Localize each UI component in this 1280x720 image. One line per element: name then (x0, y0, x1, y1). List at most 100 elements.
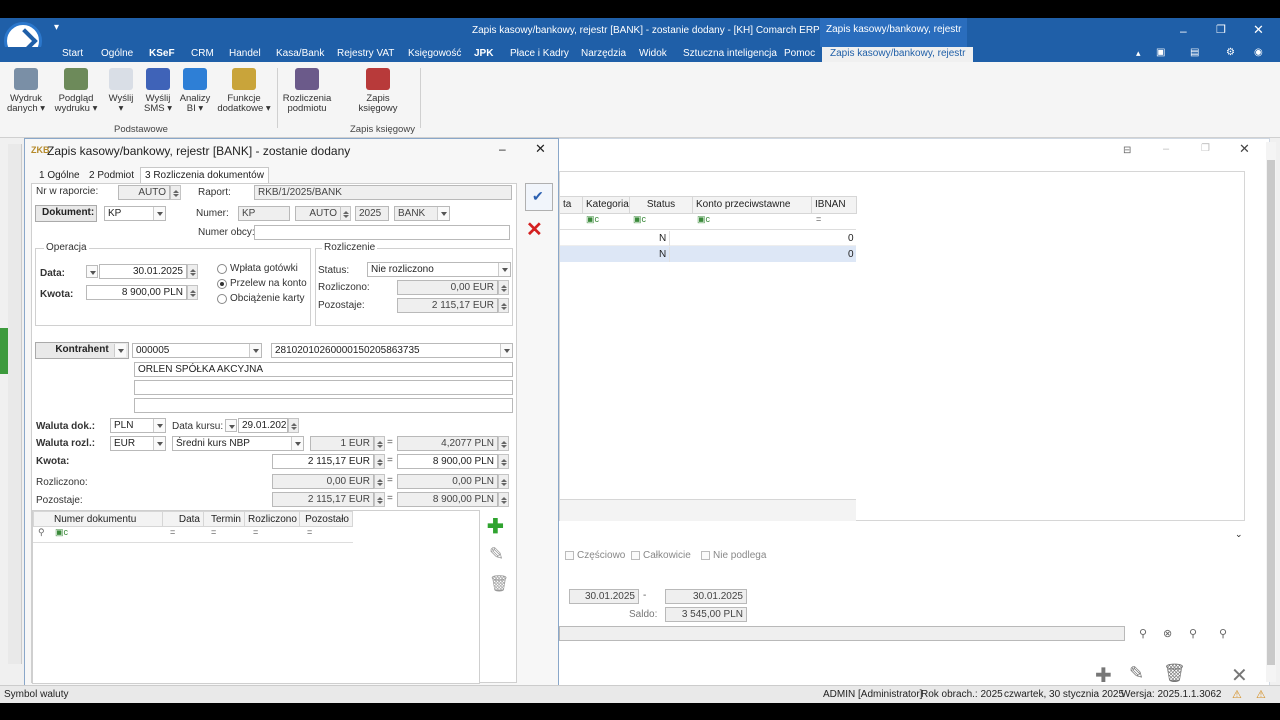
close-icon[interactable]: ✕ (1253, 22, 1264, 38)
dropdown-icon[interactable] (291, 437, 303, 450)
menu-crm[interactable]: CRM (191, 48, 214, 59)
toolbar-icon-2[interactable]: ▤ (1190, 47, 1199, 58)
filter-row[interactable]: ⚲ ▣c = = = = (33, 527, 353, 543)
bg-restore-icon[interactable]: ❐ (1201, 143, 1210, 154)
menu-pomoc[interactable]: Pomoc (784, 48, 815, 59)
bg-minimize-icon[interactable]: – (1163, 143, 1169, 155)
bg-col-header[interactable]: Kategoria (582, 196, 630, 214)
kontrahent-address-1[interactable] (134, 380, 513, 395)
chk-calkowicie[interactable] (631, 551, 640, 560)
menu-narzedzia[interactable]: Narzędzia (581, 48, 626, 59)
filter-advanced-icon[interactable]: ⚲ (1189, 627, 1197, 640)
numer-auto-field[interactable]: AUTO (295, 206, 341, 221)
dropdown-icon[interactable] (153, 207, 165, 220)
spin-icon[interactable] (187, 285, 198, 300)
col-header[interactable]: Data (162, 511, 204, 527)
quick-access-icon[interactable]: ▾ (54, 22, 59, 33)
scrollbar[interactable] (1266, 142, 1276, 682)
kurs-typ-field[interactable]: Średni kurs NBP (172, 436, 304, 451)
data-field[interactable]: 30.01.2025 (99, 264, 187, 279)
dropdown-icon[interactable] (500, 344, 512, 357)
kwota-field[interactable]: 8 900,00 PLN (86, 285, 187, 300)
pin-icon[interactable]: ⊟ (1123, 145, 1131, 156)
bg-col-header[interactable]: IBNAN (811, 196, 857, 214)
funkcje-dodatkowe-button[interactable]: Funkcje dodatkowe ▾ (216, 68, 272, 114)
dialog-minimize-icon[interactable]: – (499, 142, 506, 156)
minimize-icon[interactable]: – (1180, 24, 1187, 38)
radio-wplata[interactable] (217, 264, 227, 274)
col-header[interactable]: Termin (203, 511, 245, 527)
kontrahent-address-2[interactable] (134, 398, 513, 413)
table-row[interactable]: N 0 (560, 230, 856, 246)
edit-icon[interactable]: ✎ (1129, 663, 1144, 684)
context-tab-active[interactable]: Zapis kasowy/bankowy, rejestr (822, 47, 974, 62)
spin-icon[interactable] (374, 454, 385, 469)
alert-icon[interactable]: ⚠ (1256, 688, 1266, 701)
kontrahent-code-field[interactable]: 000005 (132, 343, 262, 358)
restore-icon[interactable]: ❐ (1216, 23, 1226, 36)
tab-rozliczenia[interactable]: 3 Rozliczenia dokumentów (140, 167, 269, 183)
filter-settings-icon[interactable]: ⚲ (1219, 627, 1227, 640)
date-from-field[interactable]: 30.01.2025 (569, 589, 639, 604)
menu-widok[interactable]: Widok (639, 48, 667, 59)
kontrahent-name-field[interactable]: ORLEN SPÓŁKA AKCYJNA (134, 362, 513, 377)
dropdown-icon[interactable] (437, 207, 449, 220)
dropdown-icon[interactable] (249, 344, 261, 357)
help-icon[interactable]: ◉ (1254, 47, 1263, 58)
filter-clear-icon[interactable]: ⊗ (1163, 627, 1172, 640)
spin-icon[interactable] (170, 185, 181, 200)
menu-rejestry-vat[interactable]: Rejestry VAT (337, 48, 394, 59)
menu-jpk[interactable]: JPK (474, 48, 493, 59)
spin-icon[interactable] (288, 418, 299, 433)
rozliczenia-podmiotu-button[interactable]: Rozliczenia podmiotu (282, 68, 332, 114)
wyslij-button[interactable]: Wyślij ▾ (106, 68, 136, 114)
tab-podmiot[interactable]: 2 Podmiot (85, 168, 138, 183)
table-row[interactable]: N 0 (560, 246, 856, 262)
numer-obcy-field[interactable] (254, 225, 510, 240)
menu-place-kadry[interactable]: Płace i Kadry (510, 48, 569, 59)
kwota2-pln-field[interactable]: 8 900,00 PLN (397, 454, 498, 469)
analizy-bi-button[interactable]: Analizy BI ▾ (178, 68, 212, 114)
status-field[interactable]: Nie rozliczono (367, 262, 511, 277)
bg-col-header[interactable]: ta (559, 196, 583, 214)
spin-icon[interactable] (498, 454, 509, 469)
spin-icon[interactable] (340, 206, 351, 221)
dropdown-icon[interactable] (153, 419, 165, 432)
dokument-button[interactable]: Dokument: (35, 205, 97, 222)
spin-icon[interactable] (187, 264, 198, 279)
zapis-ksiegowy-button[interactable]: Zapis księgowy (356, 68, 400, 114)
cancel-icon[interactable]: ✕ (526, 217, 543, 242)
dropdown-icon[interactable] (498, 263, 510, 276)
bg-filter-row[interactable]: ▣c ▣c ▣c = (560, 214, 856, 230)
edit-icon[interactable]: ✎ (489, 544, 504, 565)
delete-icon[interactable]: 🗑 (489, 574, 509, 594)
save-button[interactable]: ✔ (525, 183, 553, 211)
dialog-close-icon[interactable]: ✕ (535, 141, 546, 157)
scrollbar-thumb[interactable] (1267, 160, 1275, 665)
notification-icon[interactable]: ⚠ (1232, 688, 1242, 701)
dropdown-icon[interactable] (86, 265, 98, 278)
menu-ksiegowosc[interactable]: Księgowość (408, 48, 461, 59)
chk-nie-podlega[interactable] (701, 551, 710, 560)
radio-obciazenie[interactable] (217, 294, 227, 304)
bottom-filter-field[interactable] (559, 626, 1125, 641)
radio-przelew[interactable] (217, 279, 227, 289)
col-header[interactable]: Numer dokumentu (33, 511, 163, 527)
add-icon[interactable]: ✚ (487, 514, 504, 539)
menu-ai[interactable]: Sztuczna inteligencja (683, 48, 777, 59)
menu-kasa-bank[interactable]: Kasa/Bank (276, 48, 324, 59)
menu-start[interactable]: Start (62, 48, 83, 59)
date-to-field[interactable]: 30.01.2025 (665, 589, 747, 604)
dropdown-icon[interactable] (153, 437, 165, 450)
collapse-ribbon-icon[interactable]: ▴ (1136, 48, 1141, 59)
konto-field[interactable]: 28102010260000150205863735 (271, 343, 513, 358)
wydruk-danych-button[interactable]: Wydruk danych ▾ (6, 68, 46, 114)
wyslij-sms-button[interactable]: Wyślij SMS ▾ (142, 68, 174, 114)
col-header[interactable]: Pozostało (299, 511, 353, 527)
podglad-wydruku-button[interactable]: Podgląd wydruku ▾ (54, 68, 98, 114)
tab-ogolne[interactable]: 1 Ogólne (35, 168, 84, 183)
chk-czesciowo[interactable] (565, 551, 574, 560)
bg-close-icon[interactable]: ✕ (1239, 141, 1250, 157)
settings-icon[interactable]: ⚙ (1226, 47, 1235, 58)
delete-icon[interactable]: 🗑 (1163, 663, 1186, 684)
